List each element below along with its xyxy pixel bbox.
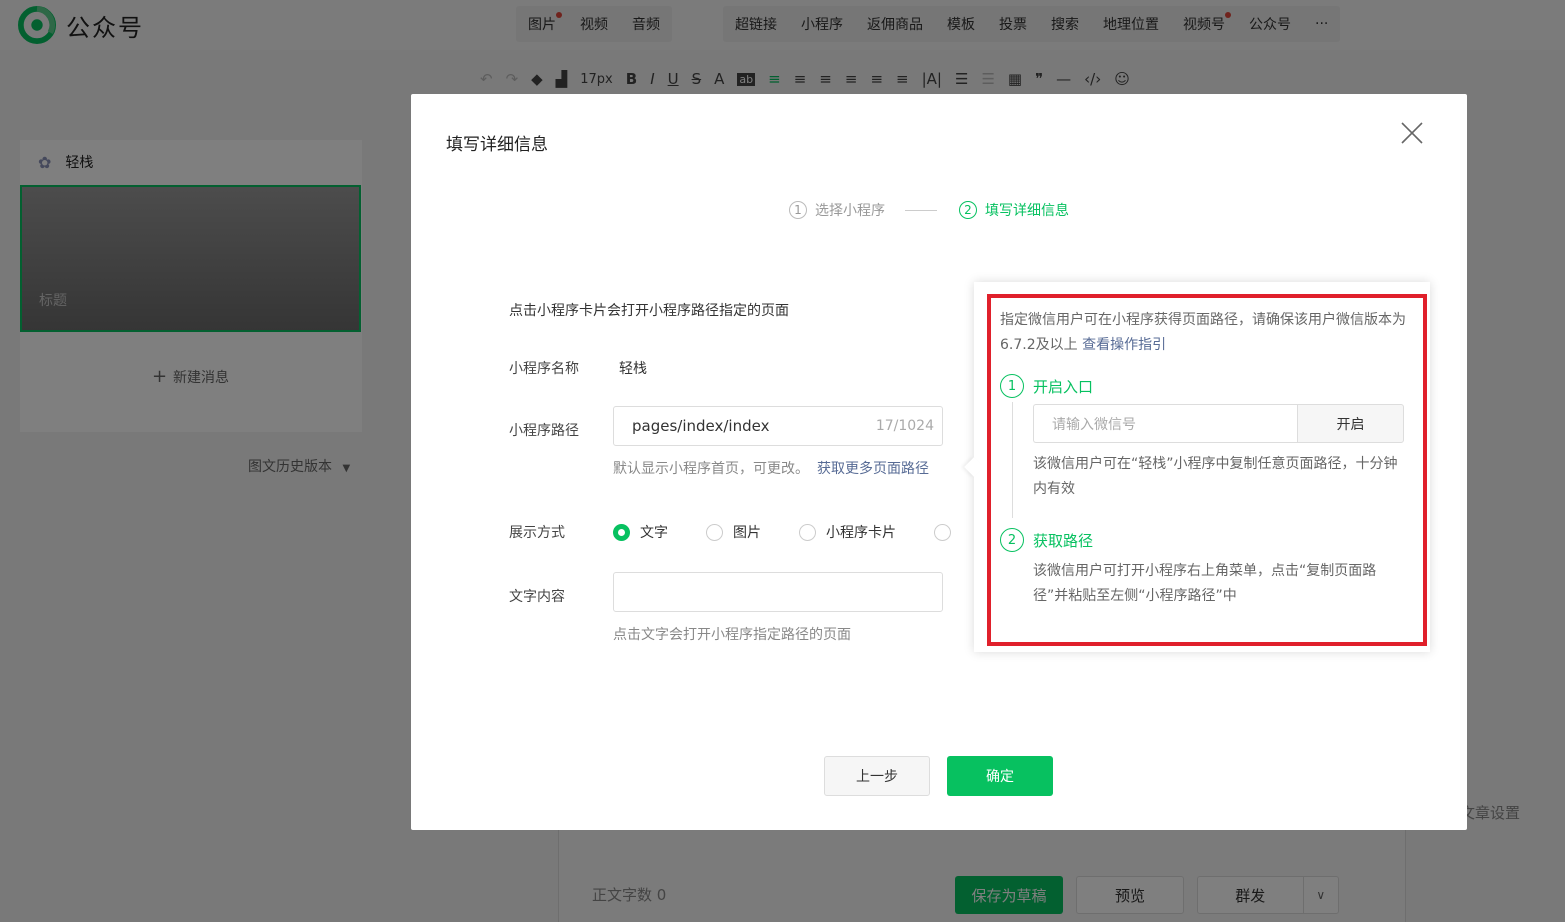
step-2-title: 获取路径 — [1033, 531, 1094, 550]
step-select-miniprogram: 1 选择小程序 — [789, 200, 885, 220]
step-2-text: 该微信用户可打开小程序右上角菜单，点击“复制页面路径”并粘贴至左侧“小程序路径”… — [1033, 563, 1377, 604]
miniprogram-name-value: 轻栈 — [619, 361, 647, 377]
radio-extra[interactable] — [934, 523, 961, 541]
path-value: pages/index/index — [632, 417, 770, 435]
popover-step-1: 1 开启入口 — [1000, 374, 1093, 398]
wechat-id-input[interactable]: 请输入微信号 — [1033, 404, 1299, 443]
radio-unchecked-icon — [706, 523, 723, 541]
path-hint: 默认显示小程序首页，可更改。 获取更多页面路径 — [613, 458, 929, 478]
radio-unchecked-icon — [934, 523, 951, 541]
radio-checked-icon — [613, 523, 630, 541]
path-hint-text: 默认显示小程序首页，可更改。 — [613, 461, 809, 477]
display-mode-label: 展示方式 — [509, 525, 565, 541]
text-content-label: 文字内容 — [509, 589, 565, 605]
radio-miniprogram-card[interactable]: 小程序卡片 — [799, 522, 896, 542]
step-connector — [1012, 402, 1013, 518]
step-1-title: 开启入口 — [1033, 377, 1094, 396]
step-indicator: 1 选择小程序 2 填写详细信息 — [789, 200, 1069, 220]
miniprogram-path-input[interactable]: pages/index/index 17/1024 — [613, 406, 943, 446]
radio-text[interactable]: 文字 — [613, 522, 668, 542]
operation-guide-link[interactable]: 查看操作指引 — [1082, 337, 1166, 353]
close-icon[interactable] — [1401, 122, 1423, 144]
radio-card-label: 小程序卡片 — [826, 525, 896, 541]
miniprogram-name-label: 小程序名称 — [509, 361, 579, 377]
radio-image-label: 图片 — [733, 525, 761, 541]
display-mode-radio-group: 文字 图片 小程序卡片 — [613, 522, 999, 542]
dialog-title: 填写详细信息 — [446, 135, 548, 155]
radio-unchecked-icon — [799, 523, 816, 541]
step-1-label: 选择小程序 — [815, 203, 885, 219]
step-2-badge: 2 — [1000, 528, 1024, 552]
path-char-count: 17/1024 — [875, 418, 934, 434]
step-2-number: 2 — [959, 201, 977, 219]
text-content-hint: 点击文字会打开小程序指定路径的页面 — [613, 627, 851, 643]
previous-step-button[interactable]: 上一步 — [824, 756, 930, 796]
step-1-number: 1 — [789, 201, 807, 219]
step-2-label: 填写详细信息 — [985, 203, 1069, 219]
dialog-description: 点击小程序卡片会打开小程序路径指定的页面 — [509, 303, 789, 319]
enable-button[interactable]: 开启 — [1297, 404, 1404, 443]
step-fill-details: 2 填写详细信息 — [959, 200, 1069, 220]
radio-text-label: 文字 — [640, 525, 668, 541]
get-path-popover: 指定微信用户可在小程序获得页面路径，请确保该用户微信版本为6.7.2及以上 查看… — [964, 282, 1430, 652]
radio-image[interactable]: 图片 — [706, 522, 761, 542]
popover-step-2: 2 获取路径 — [1000, 528, 1093, 552]
step-1-text: 该微信用户可在“轻栈”小程序中复制任意页面路径，十分钟内有效 — [1033, 456, 1398, 497]
popover-intro-text: 指定微信用户可在小程序获得页面路径，请确保该用户微信版本为6.7.2及以上 — [1000, 312, 1406, 353]
popover-intro: 指定微信用户可在小程序获得页面路径，请确保该用户微信版本为6.7.2及以上 查看… — [1000, 308, 1410, 358]
miniprogram-path-label: 小程序路径 — [509, 423, 579, 439]
confirm-button[interactable]: 确定 — [947, 756, 1053, 796]
get-more-paths-link[interactable]: 获取更多页面路径 — [817, 461, 929, 477]
step-divider — [905, 209, 937, 211]
text-content-input[interactable] — [613, 572, 943, 612]
step-1-badge: 1 — [1000, 374, 1024, 398]
